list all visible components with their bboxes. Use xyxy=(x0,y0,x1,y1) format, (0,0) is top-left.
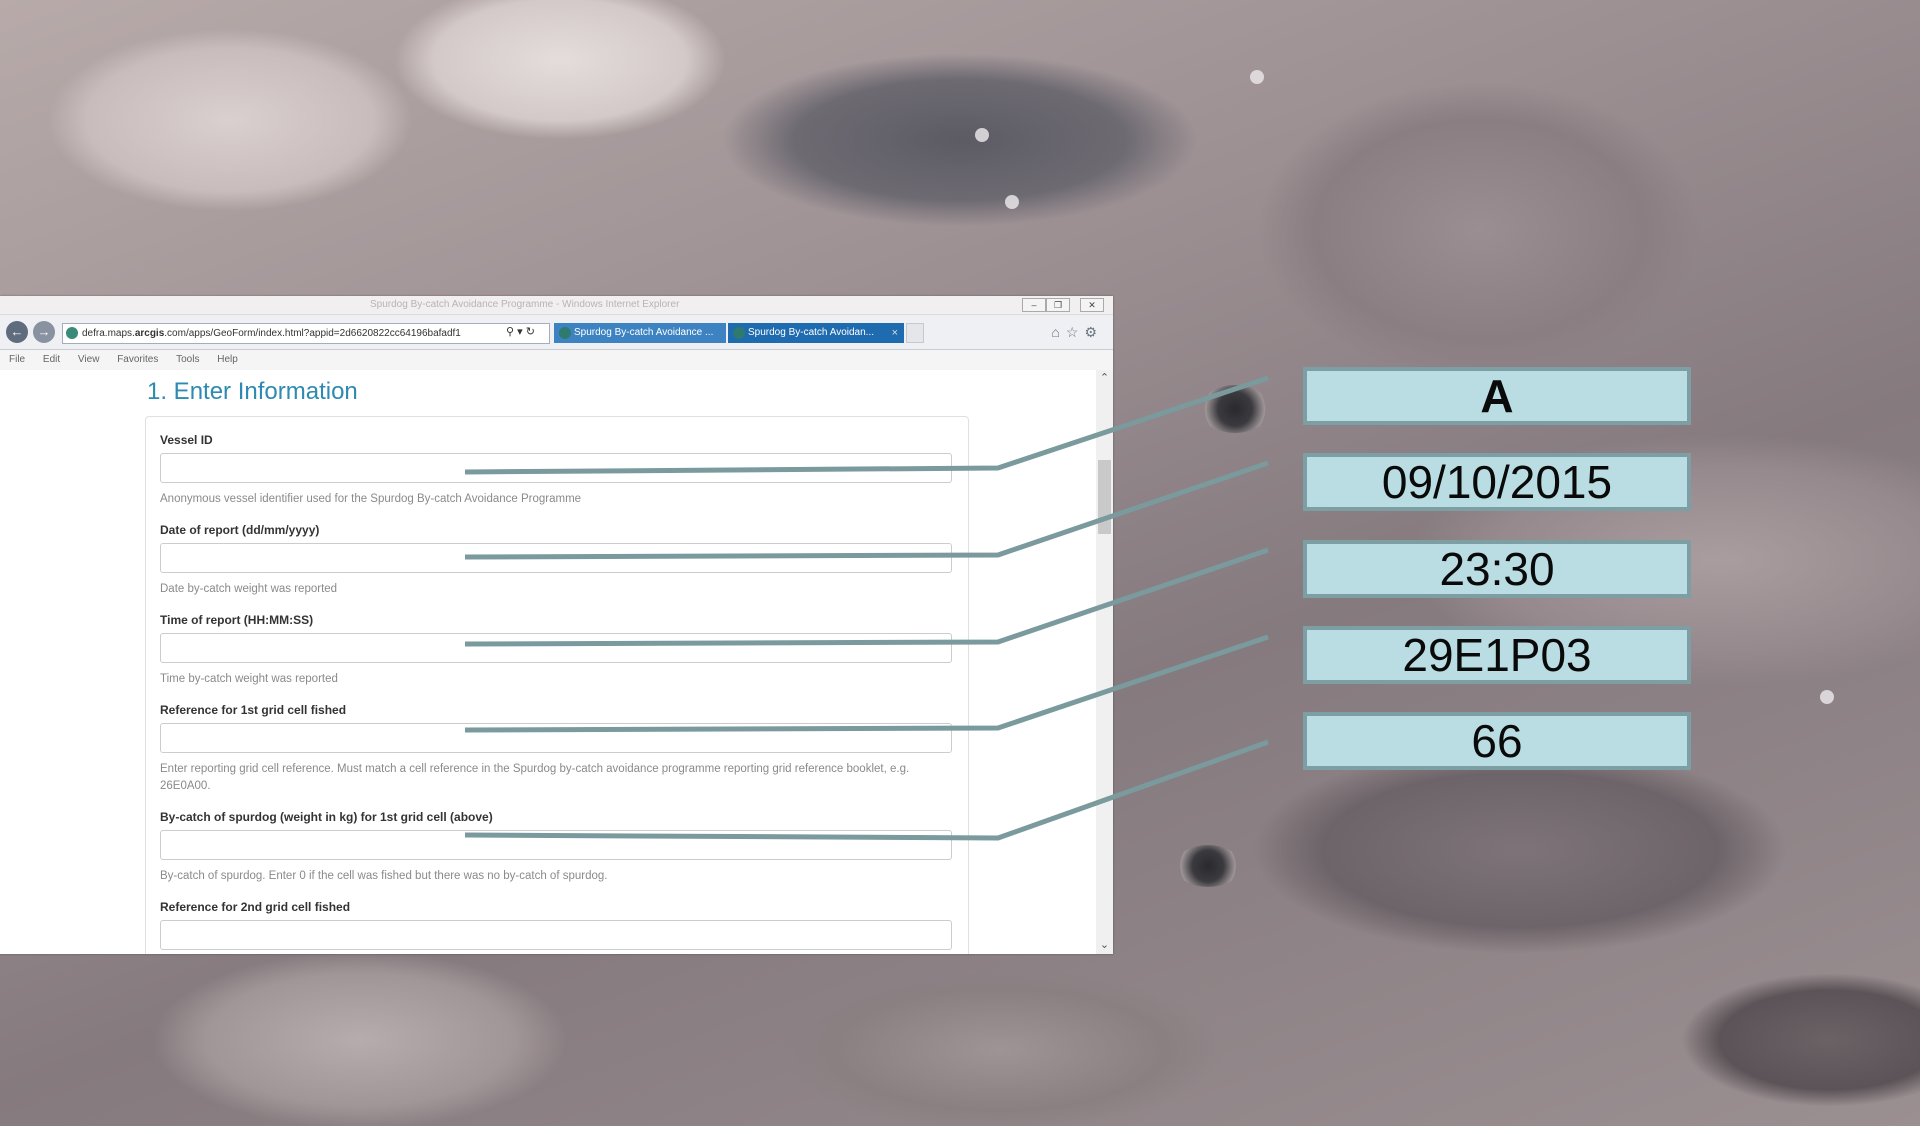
refresh-icon[interactable]: ↻ xyxy=(526,326,535,338)
grid-cell-1-help: Enter reporting grid cell reference. Mus… xyxy=(160,763,910,792)
search-icon[interactable]: ⚲ xyxy=(506,326,514,338)
scroll-down-arrow-icon[interactable]: ⌄ xyxy=(1096,937,1113,954)
report-time-input[interactable] xyxy=(160,633,952,663)
report-date-input[interactable] xyxy=(160,543,952,573)
favorites-star-icon[interactable]: ☆ xyxy=(1066,324,1085,340)
new-tab-button[interactable] xyxy=(906,323,924,343)
minimize-button[interactable]: – xyxy=(1022,298,1046,312)
form-panel: Vessel ID Anonymous vessel identifier us… xyxy=(145,416,969,954)
toolbar-icons: ⌂☆⚙ xyxy=(1051,324,1103,341)
menu-bar: File Edit View Favorites Tools Help xyxy=(0,350,1113,371)
callout-grid-cell: 29E1P03 xyxy=(1303,626,1691,684)
report-time-label: Time of report (HH:MM:SS) xyxy=(160,613,314,627)
bycatch-weight-input[interactable] xyxy=(160,830,952,860)
vessel-id-help: Anonymous vessel identifier used for the… xyxy=(160,493,582,505)
vertical-scrollbar[interactable]: ⌃ ⌄ xyxy=(1096,370,1113,954)
settings-gear-icon[interactable]: ⚙ xyxy=(1084,324,1103,340)
shark-eye xyxy=(1200,385,1270,433)
close-tab-icon[interactable]: × xyxy=(892,323,898,343)
address-domain: defra.maps. xyxy=(82,328,135,339)
shark-eye xyxy=(1175,845,1241,887)
vessel-id-label: Vessel ID xyxy=(160,433,213,447)
menu-view[interactable]: View xyxy=(78,354,100,365)
dropdown-arrow-icon[interactable]: ▾ xyxy=(517,326,523,338)
address-tools: ⚲ ▾ ↻ xyxy=(506,323,535,342)
shark-spot xyxy=(1005,195,1019,209)
report-time-help: Time by-catch weight was reported xyxy=(160,673,338,685)
shark-spot xyxy=(975,128,989,142)
navigation-bar: ← → defra.maps.arcgis.com/apps/GeoForm/i… xyxy=(0,315,1113,350)
menu-file[interactable]: File xyxy=(9,354,25,365)
report-date-label: Date of report (dd/mm/yyyy) xyxy=(160,523,320,537)
scroll-up-arrow-icon[interactable]: ⌃ xyxy=(1096,370,1113,387)
browser-window: Spurdog By-catch Avoidance Programme - W… xyxy=(0,296,1113,954)
page-content: 1. Enter Information Vessel ID Anonymous… xyxy=(0,370,1113,954)
menu-edit[interactable]: Edit xyxy=(43,354,60,365)
address-bar[interactable]: defra.maps.arcgis.com/apps/GeoForm/index… xyxy=(62,323,550,344)
menu-favorites[interactable]: Favorites xyxy=(117,354,158,365)
report-date-help: Date by-catch weight was reported xyxy=(160,583,338,595)
home-icon[interactable]: ⌂ xyxy=(1051,324,1065,340)
window-title: Spurdog By-catch Avoidance Programme - W… xyxy=(370,299,680,310)
shark-spot xyxy=(1250,70,1264,84)
restore-button[interactable]: ❐ xyxy=(1046,298,1070,312)
shark-spot xyxy=(1820,690,1834,704)
grid-cell-1-input[interactable] xyxy=(160,723,952,753)
address-rest: .com/apps/GeoForm/index.html?appid=2d662… xyxy=(164,328,461,339)
callout-date: 09/10/2015 xyxy=(1303,453,1691,511)
section-title: 1. Enter Information xyxy=(147,378,358,405)
vessel-id-input[interactable] xyxy=(160,453,952,483)
close-window-button[interactable]: ✕ xyxy=(1080,298,1104,312)
tab-label: Spurdog By-catch Avoidance ... xyxy=(574,327,714,338)
back-button[interactable]: ← xyxy=(6,321,28,343)
callout-time: 23:30 xyxy=(1303,540,1691,598)
address-bold: arcgis xyxy=(134,328,165,339)
scroll-thumb[interactable] xyxy=(1098,460,1111,534)
menu-tools[interactable]: Tools xyxy=(176,354,199,365)
tab-spurdog-2[interactable]: Spurdog By-catch Avoidan... × xyxy=(728,323,904,343)
site-globe-icon xyxy=(66,327,78,340)
tab-globe-icon xyxy=(733,327,745,339)
callout-vessel-id: A xyxy=(1303,367,1691,425)
window-titlebar: Spurdog By-catch Avoidance Programme - W… xyxy=(0,296,1113,315)
bycatch-weight-help: By-catch of spurdog. Enter 0 if the cell… xyxy=(160,870,608,882)
callout-bycatch-weight: 66 xyxy=(1303,712,1691,770)
grid-cell-2-input[interactable] xyxy=(160,920,952,950)
grid-cell-1-label: Reference for 1st grid cell fished xyxy=(160,703,347,717)
bycatch-weight-label: By-catch of spurdog (weight in kg) for 1… xyxy=(160,810,493,824)
tab-spurdog-1[interactable]: Spurdog By-catch Avoidance ... xyxy=(554,323,726,343)
tab-label: Spurdog By-catch Avoidan... xyxy=(748,327,875,338)
grid-cell-2-label: Reference for 2nd grid cell fished xyxy=(160,900,351,914)
menu-help[interactable]: Help xyxy=(217,354,238,365)
forward-button[interactable]: → xyxy=(33,321,55,343)
tab-globe-icon xyxy=(559,327,571,339)
